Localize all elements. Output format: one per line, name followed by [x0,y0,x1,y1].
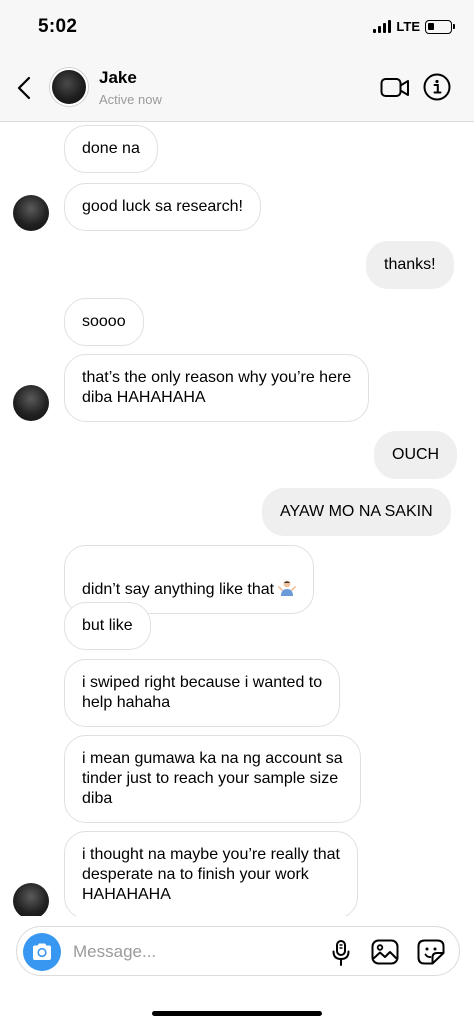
message-bubble-sent[interactable]: thanks! [366,241,454,289]
avatar[interactable] [13,883,49,916]
message-bubble-received[interactable]: i mean gumawa ka na ng account sa tinder… [64,735,361,823]
message-bubble-sent[interactable]: OUCH [374,431,458,479]
message-bubble-received[interactable]: soooo [64,298,144,346]
chevron-left-icon[interactable] [12,72,40,104]
network-type: LTE [396,19,420,34]
avatar[interactable] [50,68,88,106]
signal-icon [373,20,392,33]
message-composer [16,926,460,976]
microphone-icon[interactable] [330,939,352,967]
message-bubble-received[interactable]: that’s the only reason why you’re here d… [64,354,370,422]
avatar[interactable] [13,385,49,421]
message-bubble-received[interactable]: but like [64,602,151,650]
status-time: 5:02 [38,16,78,37]
message-thread[interactable]: done na good luck sa research! thanks! s… [0,123,474,916]
message-bubble-received[interactable]: done na [64,125,158,173]
message-bubble-received[interactable]: i swiped right because i wanted to help … [64,659,341,727]
photo-gallery-icon[interactable] [371,939,399,965]
avatar[interactable] [13,195,49,231]
chat-header: Jake Active now [0,58,474,122]
message-bubble-received[interactable]: i thought na maybe you’re really that de… [64,831,358,916]
status-bar: 5:02 LTE [0,0,474,58]
home-indicator[interactable] [152,1011,322,1016]
message-bubble-received[interactable]: good luck sa research! [64,183,261,231]
battery-icon [425,19,455,34]
message-input[interactable] [73,939,323,965]
contact-status: Active now [99,92,162,107]
battery-level [428,22,434,30]
message-text: didn’t say anything like that [82,581,275,598]
sticker-icon[interactable] [417,939,445,965]
person-shrugging-emoji [278,580,297,596]
status-indicators: LTE [373,19,455,34]
info-icon[interactable] [423,73,451,101]
video-camera-icon[interactable] [380,76,410,100]
contact-name[interactable]: Jake [99,68,137,88]
message-bubble-sent[interactable]: AYAW MO NA SAKIN [262,488,451,536]
camera-icon[interactable] [23,933,61,971]
